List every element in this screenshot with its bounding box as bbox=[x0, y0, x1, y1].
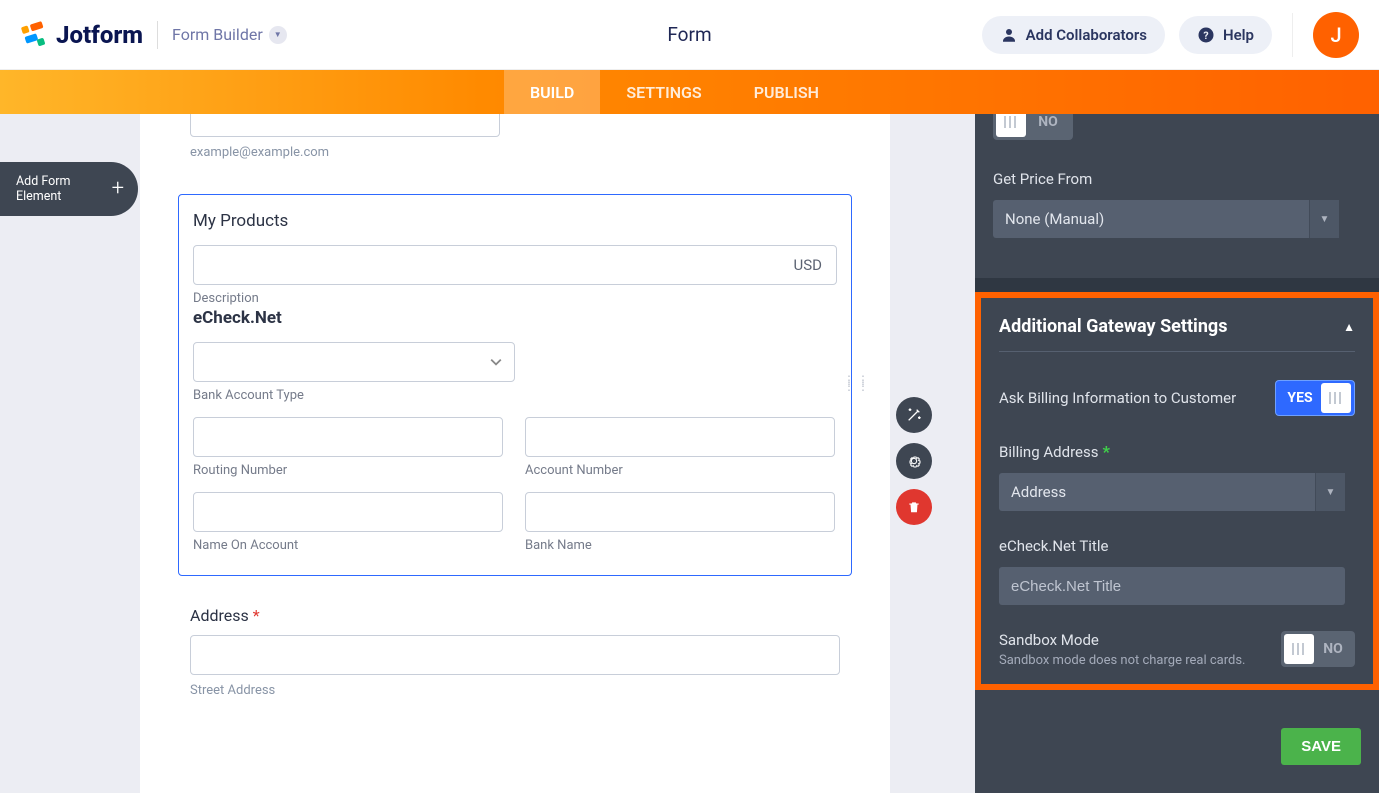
chevron-down-icon: ▼ bbox=[269, 26, 287, 44]
sandbox-hint: Sandbox mode does not charge real cards. bbox=[999, 653, 1245, 668]
save-button[interactable]: SAVE bbox=[1281, 728, 1361, 765]
tab-publish[interactable]: PUBLISH bbox=[728, 70, 845, 114]
additional-gateway-header[interactable]: Additional Gateway Settings ▲ bbox=[999, 302, 1355, 352]
breadcrumb[interactable]: Form Builder ▼ bbox=[172, 25, 287, 44]
toggle-knob-icon bbox=[1284, 634, 1314, 664]
field-action-rail bbox=[896, 397, 932, 525]
form-canvas: Email example@example.com My Products US… bbox=[140, 114, 890, 793]
chevron-down-icon: ▼ bbox=[1315, 473, 1345, 511]
section-divider bbox=[975, 278, 1379, 292]
ask-billing-label: Ask Billing Information to Customer bbox=[999, 389, 1236, 407]
additional-gateway-title: Additional Gateway Settings bbox=[999, 316, 1227, 337]
get-price-from-select[interactable]: None (Manual) ▼ bbox=[993, 200, 1339, 238]
page-title: Form bbox=[667, 23, 711, 46]
billing-address-select[interactable]: Address ▼ bbox=[999, 473, 1345, 511]
divider bbox=[157, 21, 158, 49]
chevron-down-icon: ▼ bbox=[1309, 200, 1339, 238]
name-on-account-input[interactable] bbox=[193, 492, 503, 532]
account-sublabel: Account Number bbox=[525, 463, 837, 478]
person-add-icon bbox=[1000, 26, 1018, 44]
required-star-icon: * bbox=[253, 606, 260, 625]
chevron-down-icon bbox=[490, 356, 502, 368]
cutoff-toggle[interactable]: NO bbox=[993, 114, 1073, 140]
svg-text:?: ? bbox=[1203, 28, 1208, 41]
help-label: Help bbox=[1223, 26, 1254, 44]
routing-sublabel: Routing Number bbox=[193, 463, 505, 478]
chevron-up-icon: ▲ bbox=[1343, 320, 1355, 334]
select-value: None (Manual) bbox=[1005, 210, 1104, 228]
bank-name-input[interactable] bbox=[525, 492, 835, 532]
required-star-icon: * bbox=[1102, 442, 1109, 461]
logo[interactable]: Jotform bbox=[20, 21, 143, 49]
echeck-title-input[interactable] bbox=[999, 567, 1345, 605]
add-collaborators-button[interactable]: Add Collaborators bbox=[982, 16, 1165, 54]
sandbox-toggle[interactable]: NO bbox=[1281, 631, 1355, 667]
drag-handle-icon[interactable]: ⋮⋮⋮⋮ bbox=[843, 377, 871, 389]
additional-gateway-settings-section: Additional Gateway Settings ▲ Ask Billin… bbox=[975, 292, 1379, 690]
main-tabs: BUILD SETTINGS PUBLISH bbox=[0, 70, 1379, 114]
echeck-title-label: eCheck.Net Title bbox=[999, 537, 1355, 555]
bank-name-sublabel: Bank Name bbox=[525, 538, 837, 553]
email-input[interactable] bbox=[190, 114, 500, 137]
jotform-logo-icon bbox=[20, 21, 48, 49]
tab-settings[interactable]: SETTINGS bbox=[600, 70, 727, 114]
currency-label: USD bbox=[794, 256, 822, 274]
echeck-section-title: eCheck.Net bbox=[193, 308, 837, 328]
routing-number-input[interactable] bbox=[193, 417, 503, 457]
email-field-block[interactable]: Email example@example.com bbox=[140, 114, 890, 180]
bank-account-type-sublabel: Bank Account Type bbox=[193, 388, 837, 403]
tab-build[interactable]: BUILD bbox=[504, 70, 600, 114]
gear-icon bbox=[906, 453, 922, 469]
products-description-input[interactable]: USD bbox=[193, 245, 837, 285]
sandbox-label: Sandbox Mode bbox=[999, 631, 1245, 649]
products-title: My Products bbox=[193, 211, 837, 231]
divider bbox=[1292, 13, 1293, 57]
wand-icon bbox=[906, 407, 922, 423]
plus-icon: + bbox=[112, 176, 124, 202]
brand-text: Jotform bbox=[56, 21, 143, 49]
select-value: Address bbox=[1011, 483, 1066, 501]
billing-address-label: Billing Address* bbox=[999, 442, 1355, 461]
ask-billing-toggle[interactable]: YES bbox=[1275, 380, 1355, 416]
toggle-value: YES bbox=[1279, 390, 1321, 406]
breadcrumb-label: Form Builder bbox=[172, 25, 263, 44]
products-field-block[interactable]: My Products USD Description eCheck.Net B… bbox=[178, 194, 852, 576]
collaborators-label: Add Collaborators bbox=[1026, 26, 1147, 44]
address-label: Address* bbox=[190, 606, 840, 625]
add-form-element-button[interactable]: Add Form Element + bbox=[0, 162, 138, 216]
email-hint: example@example.com bbox=[190, 145, 840, 160]
name-on-account-sublabel: Name On Account bbox=[193, 538, 505, 553]
toggle-knob-icon bbox=[1321, 383, 1351, 413]
top-bar: Jotform Form Builder ▼ Form Add Collabor… bbox=[0, 0, 1379, 70]
add-element-label: Add Form Element bbox=[16, 174, 70, 204]
user-avatar[interactable]: J bbox=[1313, 12, 1359, 58]
account-number-input[interactable] bbox=[525, 417, 835, 457]
field-settings-button[interactable] bbox=[896, 443, 932, 479]
toggle-knob-icon bbox=[996, 114, 1026, 137]
bank-account-type-select[interactable] bbox=[193, 342, 515, 382]
description-sublabel: Description bbox=[193, 291, 837, 306]
toggle-value: NO bbox=[1314, 641, 1352, 657]
field-magic-button[interactable] bbox=[896, 397, 932, 433]
trash-icon bbox=[907, 500, 921, 514]
street-address-sublabel: Street Address bbox=[190, 683, 840, 698]
street-address-input[interactable] bbox=[190, 635, 840, 675]
get-price-from-label: Get Price From bbox=[993, 170, 1361, 188]
help-button[interactable]: ? Help bbox=[1179, 16, 1272, 54]
toggle-value: NO bbox=[1026, 114, 1070, 130]
help-icon: ? bbox=[1197, 26, 1215, 44]
right-settings-panel: NO Get Price From None (Manual) ▼ Additi… bbox=[975, 114, 1379, 793]
field-delete-button[interactable] bbox=[896, 489, 932, 525]
address-field-block[interactable]: Address* Street Address bbox=[140, 576, 890, 718]
